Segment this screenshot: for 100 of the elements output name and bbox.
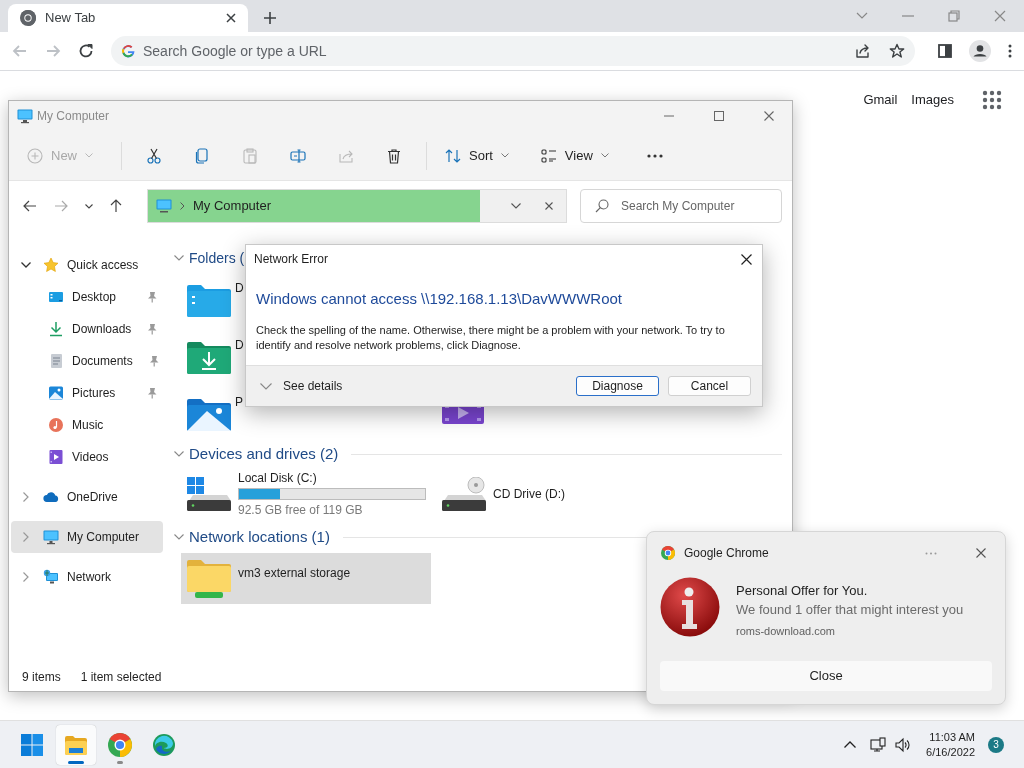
address-bar[interactable]: Search Google or type a URL — [111, 36, 915, 66]
document-icon — [48, 353, 64, 369]
google-g-icon — [121, 44, 135, 58]
profile-icon[interactable] — [969, 40, 991, 62]
sort-icon — [445, 147, 461, 164]
folder-icon — [187, 282, 231, 317]
maximize-icon[interactable] — [714, 111, 724, 121]
new-tab-icon[interactable] — [263, 11, 277, 25]
cloud-icon — [43, 489, 59, 505]
dialog-heading: Windows cannot access \\192.168.1.13\DavWWWRoot — [255, 289, 623, 309]
drive-name: Local Disk (C:) — [238, 470, 318, 487]
nav-item[interactable]: OneDrive — [11, 481, 163, 513]
share-icon[interactable] — [855, 43, 871, 59]
menu-icon[interactable] — [1008, 44, 1012, 58]
desktop-icon — [48, 289, 64, 305]
chevron-down-icon — [85, 153, 93, 158]
view-button[interactable]: View — [534, 138, 615, 173]
info-icon — [660, 577, 720, 637]
search-field[interactable]: Search My Computer — [580, 189, 782, 223]
close-button[interactable]: Close — [660, 661, 992, 691]
copy-icon — [194, 147, 210, 164]
chevron-down-icon[interactable] — [511, 203, 521, 209]
status-text: 9 items — [22, 669, 61, 686]
side-panel-icon[interactable] — [938, 44, 952, 58]
chevron-down-icon[interactable] — [21, 262, 31, 268]
section-heading: Devices and drives (2) — [189, 443, 339, 464]
nav-item[interactable]: Quick access — [11, 249, 163, 281]
more-icon — [646, 153, 663, 158]
download-icon — [48, 321, 64, 337]
computer-icon — [43, 529, 59, 545]
volume-icon[interactable] — [894, 736, 911, 753]
close-icon[interactable] — [741, 253, 752, 265]
nav-item[interactable]: Downloads — [11, 313, 163, 345]
computer-icon — [156, 199, 172, 213]
chrome-logo-icon — [661, 546, 675, 560]
computer-icon — [17, 108, 33, 124]
trash-icon — [386, 147, 402, 164]
nav-item[interactable]: Documents — [11, 345, 163, 377]
network-icon — [43, 569, 59, 585]
notification-source: roms-download.com — [736, 624, 837, 639]
header-link[interactable]: Gmail — [863, 90, 898, 110]
window-title: My Computer — [37, 108, 110, 125]
nav-item[interactable]: Videos — [11, 441, 163, 473]
chevron-right-icon[interactable] — [23, 572, 29, 582]
chevron-right-icon[interactable] — [23, 492, 29, 502]
edge-logo-icon — [152, 732, 176, 757]
network-icon[interactable] — [870, 736, 887, 753]
close-icon[interactable] — [545, 202, 553, 210]
chevron-down-icon[interactable] — [85, 203, 93, 209]
chevron-down-icon — [600, 153, 609, 158]
close-icon[interactable] — [976, 548, 986, 558]
folder-name: D — [235, 280, 244, 297]
plus-circle-icon — [27, 147, 43, 164]
dialog-button[interactable]: Cancel — [668, 376, 751, 396]
sort-button[interactable]: Sort — [439, 138, 515, 173]
dialog-title: Network Error — [254, 251, 328, 268]
video-icon — [48, 449, 64, 465]
star-icon — [43, 257, 59, 273]
apps-grid-icon[interactable] — [982, 90, 1002, 110]
nav-item[interactable]: Pictures — [11, 377, 163, 409]
chevron-down-icon — [260, 382, 272, 390]
nav-item[interactable]: My Computer — [11, 521, 163, 553]
view-list-icon — [540, 147, 557, 164]
drive-detail: 92.5 GB free of 119 GB — [238, 502, 364, 519]
music-icon — [48, 417, 64, 433]
chrome-logo-icon — [20, 10, 36, 26]
nav-item[interactable]: Desktop — [11, 281, 163, 313]
nav-item[interactable]: Network — [11, 561, 163, 593]
folder-name: D — [235, 337, 244, 354]
address-field[interactable]: My Computer — [147, 189, 567, 223]
star-icon[interactable] — [889, 43, 905, 59]
dialog-button[interactable]: Diagnose — [576, 376, 659, 396]
chevron-up-icon[interactable] — [844, 741, 857, 748]
back-icon[interactable] — [23, 200, 37, 212]
header-link[interactable]: Images — [911, 90, 954, 110]
download-folder-icon — [187, 339, 231, 374]
clock[interactable]: 11:03 AM 6/16/2022 — [926, 729, 975, 760]
section-heading: Network locations (1) — [189, 526, 330, 547]
taskbar-button[interactable] — [56, 724, 96, 765]
browser-tab[interactable]: New Tab — [8, 4, 248, 32]
see-details-button[interactable]: See details — [260, 377, 343, 395]
chrome-logo-icon — [108, 732, 132, 757]
network-location-tile[interactable]: vm3 external storage — [181, 553, 431, 604]
clipboard-icon — [242, 147, 258, 164]
notification-message: We found 1 offer that might interest you — [736, 601, 964, 619]
dialog-message: Check the spelling of the name. Otherwise, there might be a problem with your network. To try to identify and resolve network problems, click Diagnose. — [255, 322, 726, 353]
search-icon — [595, 199, 609, 213]
picture-icon — [48, 385, 64, 401]
notification-badge[interactable]: 3 — [988, 736, 1004, 753]
close-icon[interactable] — [226, 13, 236, 23]
network-folder-icon — [187, 558, 231, 598]
up-icon[interactable] — [110, 199, 122, 213]
drive-name: CD Drive (D:) — [493, 486, 565, 503]
chevron-down-icon — [500, 153, 509, 158]
app-name: Google Chrome — [684, 545, 769, 562]
status-text: 1 item selected — [80, 669, 162, 686]
nav-item[interactable]: Music — [11, 409, 163, 441]
reload-icon[interactable] — [78, 43, 94, 59]
folder-name: P — [235, 394, 243, 411]
cd-drive-icon — [442, 477, 486, 511]
